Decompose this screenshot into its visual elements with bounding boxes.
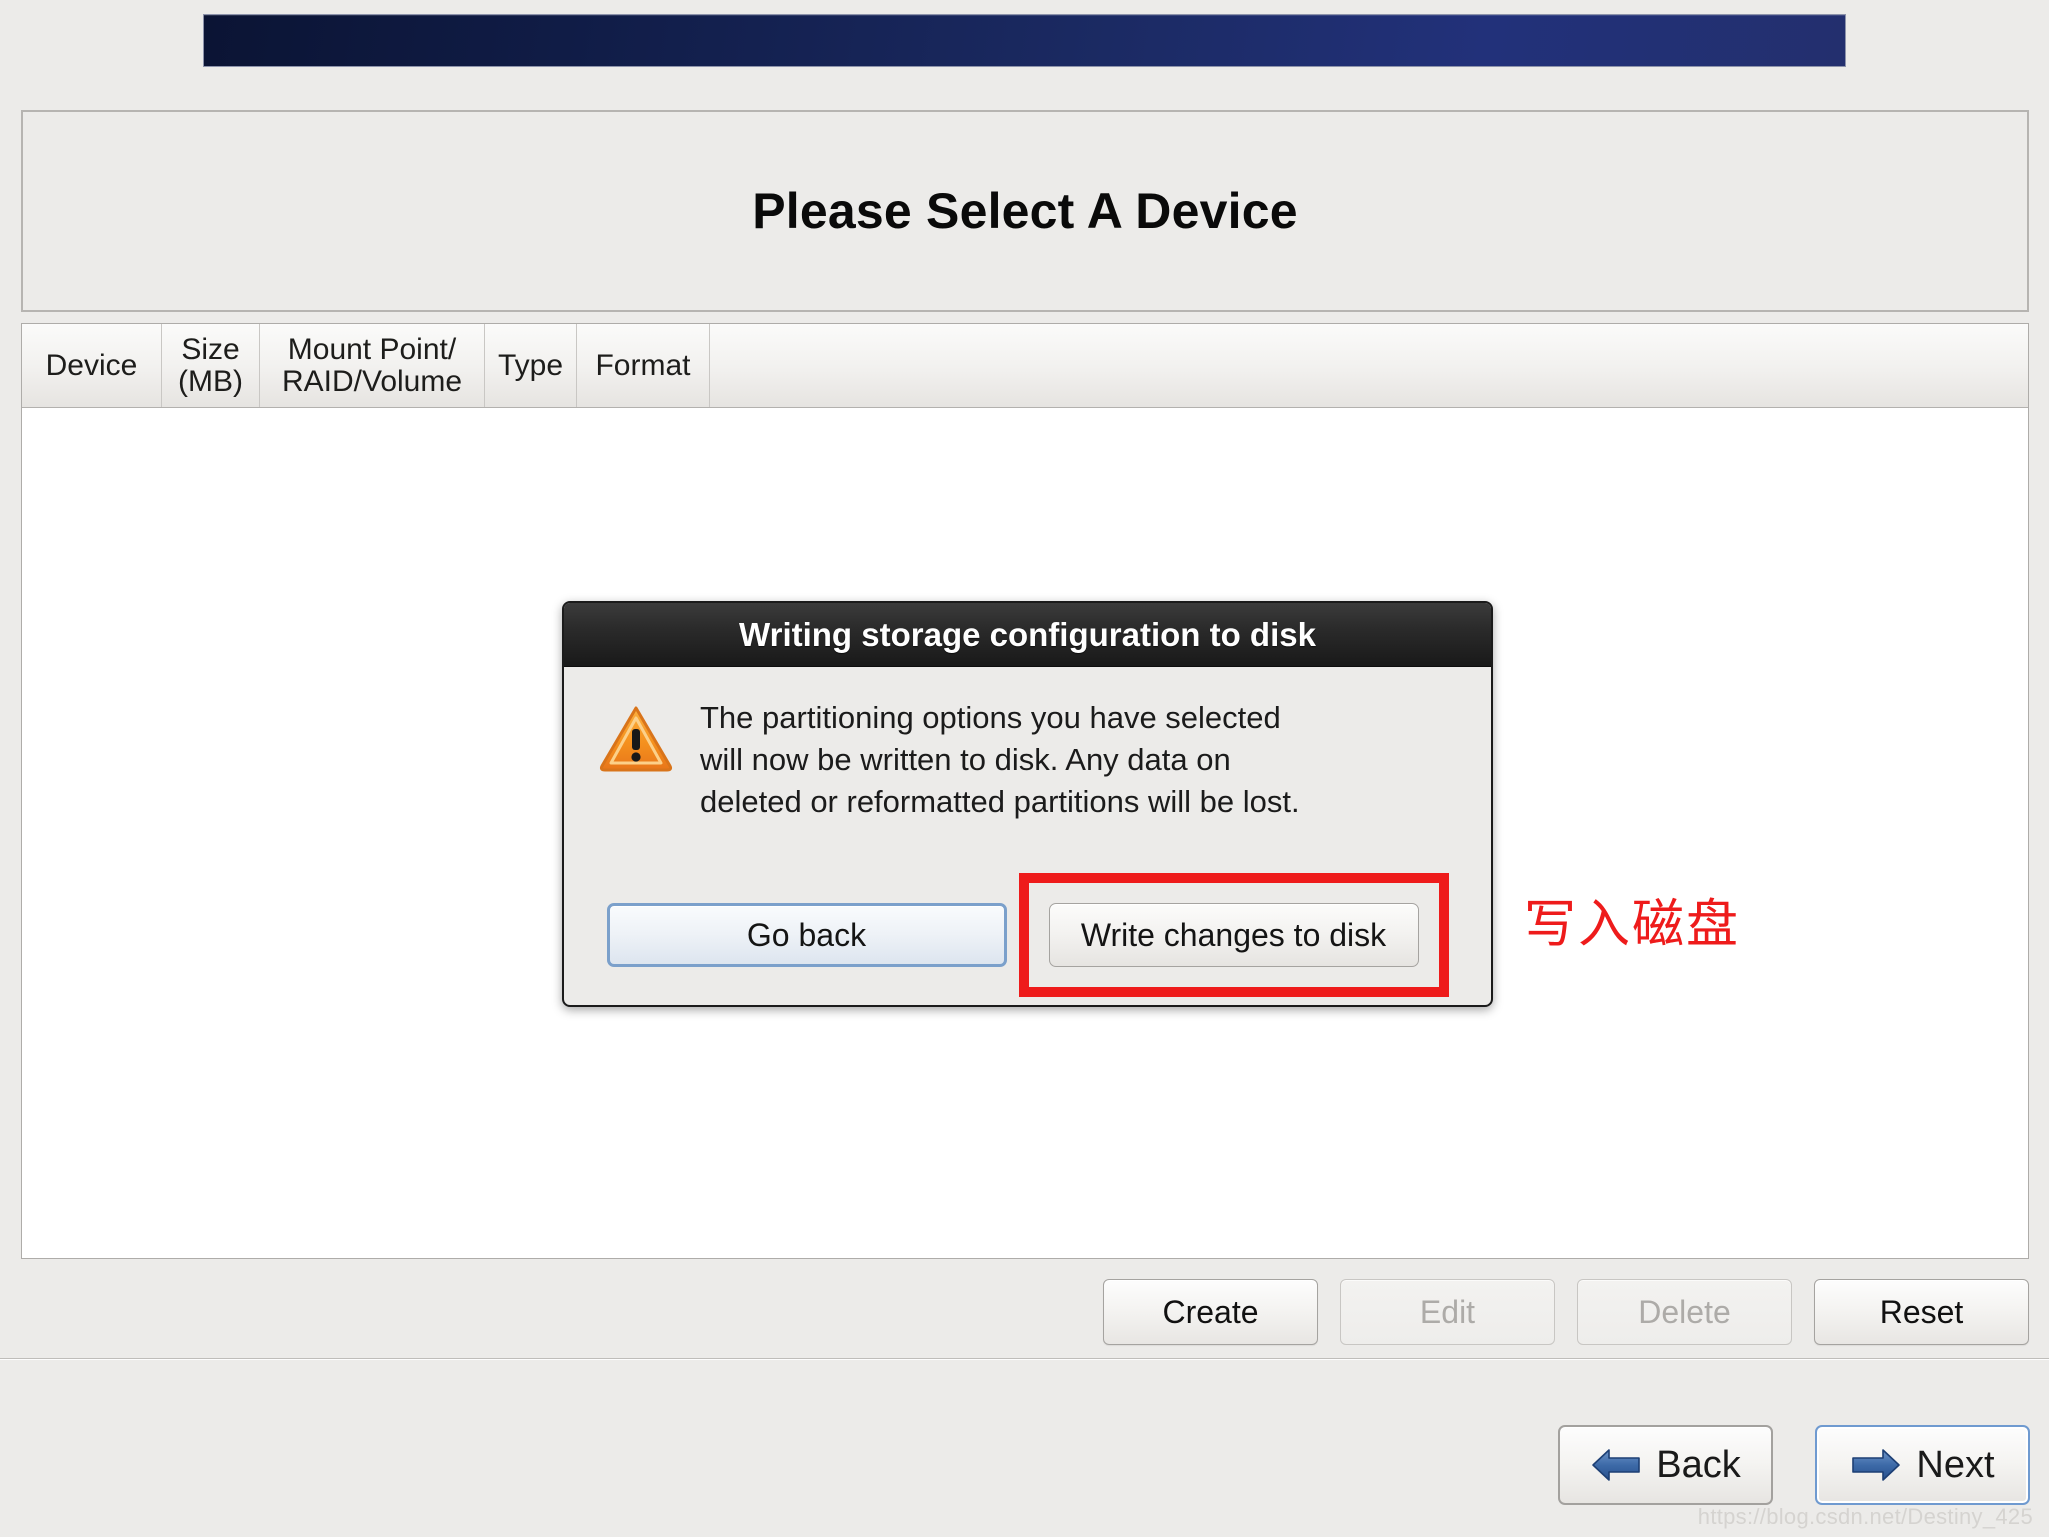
- column-header-mount-point[interactable]: Mount Point/ RAID/Volume: [260, 324, 485, 407]
- next-button[interactable]: Next: [1815, 1425, 2030, 1505]
- write-storage-dialog: Writing storage configuration to disk Th…: [562, 601, 1493, 1007]
- page-title-frame: Please Select A Device: [21, 110, 2029, 312]
- go-back-button[interactable]: Go back: [606, 903, 1007, 967]
- dialog-button-row: Go back Write changes to disk: [564, 873, 1491, 997]
- write-changes-to-disk-button[interactable]: Write changes to disk: [1048, 903, 1419, 967]
- reset-button[interactable]: Reset: [1814, 1279, 2029, 1345]
- wizard-nav-bar: Back Next: [1558, 1425, 2030, 1505]
- edit-button: Edit: [1340, 1279, 1555, 1345]
- top-banner: [203, 14, 1846, 67]
- annotation-write-to-disk: 写入磁盘: [1524, 895, 1741, 955]
- next-button-label: Next: [1916, 1443, 1995, 1486]
- column-header-type[interactable]: Type: [485, 324, 577, 407]
- dialog-body: The partitioning options you have select…: [564, 667, 1491, 823]
- back-button[interactable]: Back: [1558, 1425, 1773, 1505]
- column-header-size[interactable]: Size (MB): [162, 324, 260, 407]
- watermark: https://blog.csdn.net/Destiny_425: [1697, 1504, 2033, 1529]
- footer-separator: [0, 1358, 2049, 1360]
- back-button-label: Back: [1656, 1443, 1741, 1486]
- write-changes-highlight-box: Write changes to disk: [1018, 873, 1449, 997]
- dialog-titlebar: Writing storage configuration to disk: [564, 603, 1491, 667]
- page-title: Please Select A Device: [752, 183, 1298, 239]
- dialog-message: The partitioning options you have select…: [700, 700, 1300, 820]
- create-button[interactable]: Create: [1103, 1279, 1318, 1345]
- column-header-format[interactable]: Format: [577, 324, 710, 407]
- warning-triangle-icon: [598, 703, 674, 778]
- partition-action-bar: Create Edit Delete Reset: [21, 1275, 2029, 1349]
- column-header-device[interactable]: Device: [22, 324, 162, 407]
- arrow-left-icon: [1590, 1443, 1642, 1487]
- dialog-title: Writing storage configuration to disk: [739, 615, 1316, 653]
- arrow-right-icon: [1850, 1443, 1902, 1487]
- column-header-spacer: [710, 324, 2028, 407]
- table-header-row: Device Size (MB) Mount Point/ RAID/Volum…: [22, 324, 2028, 408]
- delete-button: Delete: [1577, 1279, 1792, 1345]
